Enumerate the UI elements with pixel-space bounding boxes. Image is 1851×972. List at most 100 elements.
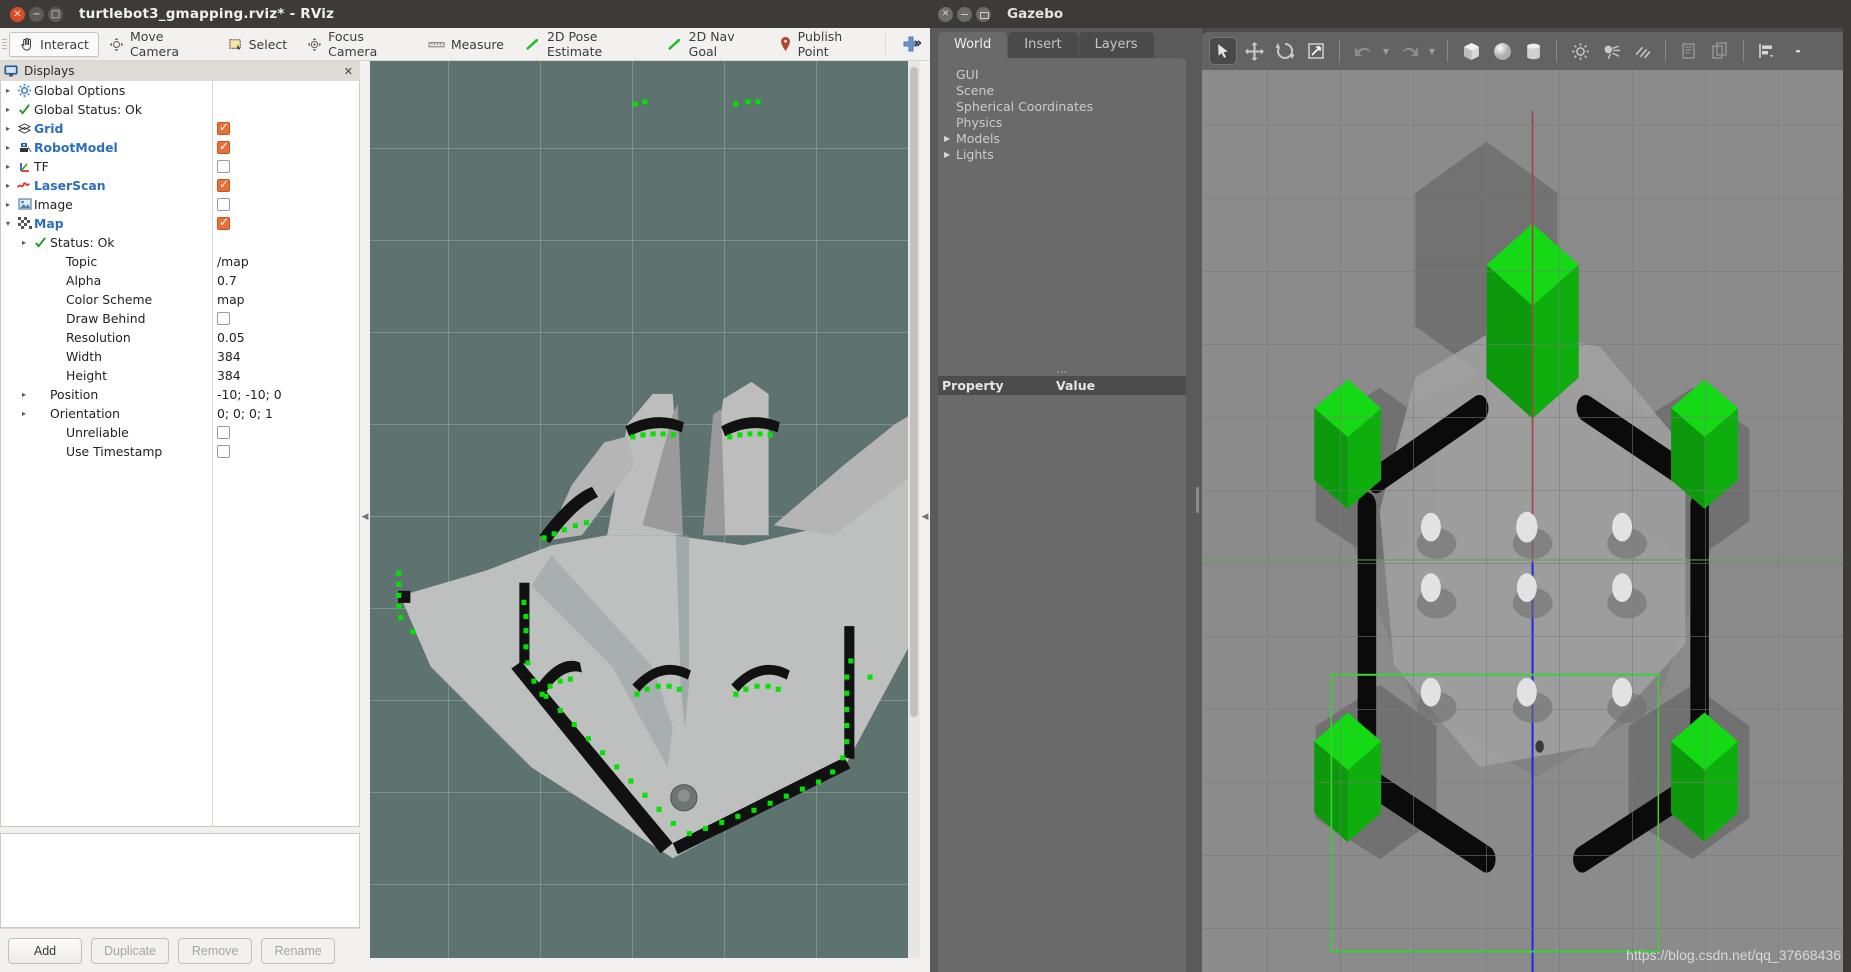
display-row-global-status-ok[interactable]: ▸ Global Status: Ok bbox=[1, 100, 359, 119]
chevron-right-icon[interactable]: ▶ bbox=[944, 150, 956, 159]
rviz-minimize-button[interactable]: − bbox=[29, 6, 44, 22]
display-row-status-ok[interactable]: ▸ Status: Ok bbox=[1, 233, 359, 252]
gz-translate-button[interactable] bbox=[1240, 37, 1268, 65]
gz-cylinder-button[interactable] bbox=[1519, 37, 1547, 65]
chevron-right-icon[interactable]: ▸ bbox=[17, 390, 31, 399]
gz-directional-light-button[interactable] bbox=[1628, 37, 1656, 65]
display-row-value[interactable]: 0.05 bbox=[217, 330, 245, 345]
gz-rotate-button[interactable] bbox=[1271, 37, 1299, 65]
gz-more-button[interactable] bbox=[1784, 37, 1812, 65]
display-row-color-scheme[interactable]: ▸ Color Scheme map bbox=[1, 290, 359, 309]
gz-spot-light-button[interactable] bbox=[1597, 37, 1625, 65]
gz-select-arrow-button[interactable] bbox=[1209, 37, 1237, 65]
display-row-global-options[interactable]: ▸ Global Options bbox=[1, 81, 359, 100]
gazebo-3d-scene[interactable]: https://blog.csdn.net/qq_37668436 bbox=[1202, 70, 1851, 972]
gz-redo-button[interactable] bbox=[1395, 37, 1423, 65]
display-row-image[interactable]: ▸ Image bbox=[1, 195, 359, 214]
chevron-down-icon[interactable]: ▾ bbox=[1, 219, 15, 228]
view-right-splitter[interactable]: ◀ bbox=[920, 61, 930, 972]
rviz-3d-view[interactable] bbox=[370, 61, 920, 972]
display-row-checkbox[interactable] bbox=[217, 160, 230, 173]
gazebo-world-tree[interactable]: GUI Scene Spherical Coordinates Physics ▶ Mod… bbox=[938, 58, 1186, 162]
gazebo-tree-item-models[interactable]: ▶ Models bbox=[944, 130, 1186, 146]
tool-focus-camera[interactable]: Focus Camera bbox=[297, 29, 418, 59]
gazebo-tree-item-physics[interactable]: Physics bbox=[956, 114, 1186, 130]
display-row-alpha[interactable]: ▸ Alpha 0.7 bbox=[1, 271, 359, 290]
redo-dropdown-caret-icon[interactable]: ▼ bbox=[1426, 47, 1438, 56]
gz-copy-button[interactable] bbox=[1675, 37, 1703, 65]
chevron-right-icon[interactable]: ▸ bbox=[17, 238, 31, 247]
gazebo-tree-item-gui[interactable]: GUI bbox=[956, 66, 1186, 82]
displays-tree[interactable]: ▸ Global Options ▸ Global Status: Ok ▸ Grid ▸ R… bbox=[0, 81, 360, 827]
display-row-tf[interactable]: ▸ TF bbox=[1, 157, 359, 176]
undo-dropdown-caret-icon[interactable]: ▼ bbox=[1380, 47, 1392, 56]
chevron-right-icon[interactable]: ▸ bbox=[1, 105, 15, 114]
gazebo-tree-item-spherical-coordinates[interactable]: Spherical Coordinates bbox=[956, 98, 1186, 114]
chevron-right-icon[interactable]: ▸ bbox=[1, 86, 15, 95]
display-row-checkbox[interactable] bbox=[217, 445, 230, 458]
rviz-view-scrollbar[interactable] bbox=[908, 61, 920, 972]
gz-sphere-button[interactable] bbox=[1488, 37, 1516, 65]
add-button[interactable]: Add bbox=[8, 937, 82, 964]
tool-measure[interactable]: Measure bbox=[418, 32, 514, 57]
chevron-right-icon[interactable]: ▸ bbox=[1, 124, 15, 133]
tab-world[interactable]: World bbox=[938, 32, 1008, 58]
display-row-position[interactable]: ▸ Position -10; -10; 0 bbox=[1, 385, 359, 404]
tool-2d-nav-goal[interactable]: 2D Nav Goal bbox=[656, 29, 769, 59]
gazebo-tree-item-lights[interactable]: ▶ Lights bbox=[944, 146, 1186, 162]
gazebo-panel-splitter[interactable] bbox=[1192, 28, 1202, 972]
display-row-value[interactable]: map bbox=[217, 292, 245, 307]
chevron-right-icon[interactable]: ▸ bbox=[1, 181, 15, 190]
display-row-checkbox[interactable] bbox=[217, 139, 230, 154]
display-row-unreliable[interactable]: ▸ Unreliable bbox=[1, 423, 359, 442]
display-row-checkbox[interactable] bbox=[217, 198, 230, 211]
gazebo-maximize-button[interactable] bbox=[976, 6, 991, 22]
display-row-value[interactable]: /map bbox=[217, 254, 249, 269]
tab-insert[interactable]: Insert bbox=[1008, 32, 1078, 58]
display-row-width[interactable]: ▸ Width 384 bbox=[1, 347, 359, 366]
display-row-robotmodel[interactable]: ▸ RobotModel bbox=[1, 138, 359, 157]
tool-select[interactable]: Select bbox=[218, 32, 298, 57]
display-row-topic[interactable]: ▸ Topic/map bbox=[1, 252, 359, 271]
rviz-maximize-button[interactable]: □ bbox=[48, 6, 63, 22]
display-row-value[interactable]: 0; 0; 0; 1 bbox=[217, 406, 273, 421]
toolbar-overflow-button[interactable]: » bbox=[914, 36, 922, 51]
display-row-checkbox[interactable] bbox=[217, 120, 230, 135]
collapse-right-icon[interactable]: ◀ bbox=[922, 512, 929, 522]
display-row-height[interactable]: ▸ Height 384 bbox=[1, 366, 359, 385]
display-row-draw-behind[interactable]: ▸ Draw Behind bbox=[1, 309, 359, 328]
close-icon[interactable]: ✕ bbox=[341, 65, 356, 78]
rviz-close-button[interactable]: ✕ bbox=[10, 6, 25, 22]
tool-move-camera[interactable]: Move Camera bbox=[99, 29, 218, 59]
gz-undo-button[interactable] bbox=[1349, 37, 1377, 65]
display-row-value[interactable]: 384 bbox=[217, 349, 241, 364]
gz-paste-button[interactable] bbox=[1706, 37, 1734, 65]
toolbar-grip[interactable] bbox=[0, 28, 9, 61]
gz-point-light-button[interactable] bbox=[1566, 37, 1594, 65]
remove-button[interactable]: Remove bbox=[178, 937, 253, 964]
gz-align-button[interactable] bbox=[1753, 37, 1781, 65]
display-row-checkbox[interactable] bbox=[217, 312, 230, 325]
display-row-resolution[interactable]: ▸ Resolution 0.05 bbox=[1, 328, 359, 347]
displays-view-splitter[interactable]: ◀ bbox=[360, 61, 370, 972]
tab-layers[interactable]: Layers bbox=[1078, 32, 1154, 58]
chevron-right-icon[interactable]: ▸ bbox=[1, 200, 15, 209]
rename-button[interactable]: Rename bbox=[261, 937, 336, 964]
display-row-map[interactable]: ▾ Map bbox=[1, 214, 359, 233]
chevron-right-icon[interactable]: ▶ bbox=[944, 134, 956, 143]
display-row-value[interactable]: -10; -10; 0 bbox=[217, 387, 282, 402]
panel-resize-grip[interactable]: ⋯ bbox=[938, 366, 1186, 377]
tool-interact[interactable]: Interact bbox=[9, 31, 99, 57]
duplicate-button[interactable]: Duplicate bbox=[91, 937, 170, 964]
display-row-laserscan[interactable]: ▸ LaserScan bbox=[1, 176, 359, 195]
display-row-value[interactable]: 0.7 bbox=[217, 273, 237, 288]
display-row-grid[interactable]: ▸ Grid bbox=[1, 119, 359, 138]
display-row-checkbox[interactable] bbox=[217, 215, 230, 230]
display-row-checkbox[interactable] bbox=[217, 177, 230, 192]
chevron-right-icon[interactable]: ▸ bbox=[1, 162, 15, 171]
collapse-left-icon[interactable]: ◀ bbox=[362, 512, 369, 522]
display-row-orientation[interactable]: ▸ Orientation 0; 0; 0; 1 bbox=[1, 404, 359, 423]
gazebo-close-button[interactable] bbox=[938, 6, 953, 22]
tool-2d-pose-estimate[interactable]: 2D Pose Estimate bbox=[514, 29, 656, 59]
gz-box-button[interactable] bbox=[1457, 37, 1485, 65]
